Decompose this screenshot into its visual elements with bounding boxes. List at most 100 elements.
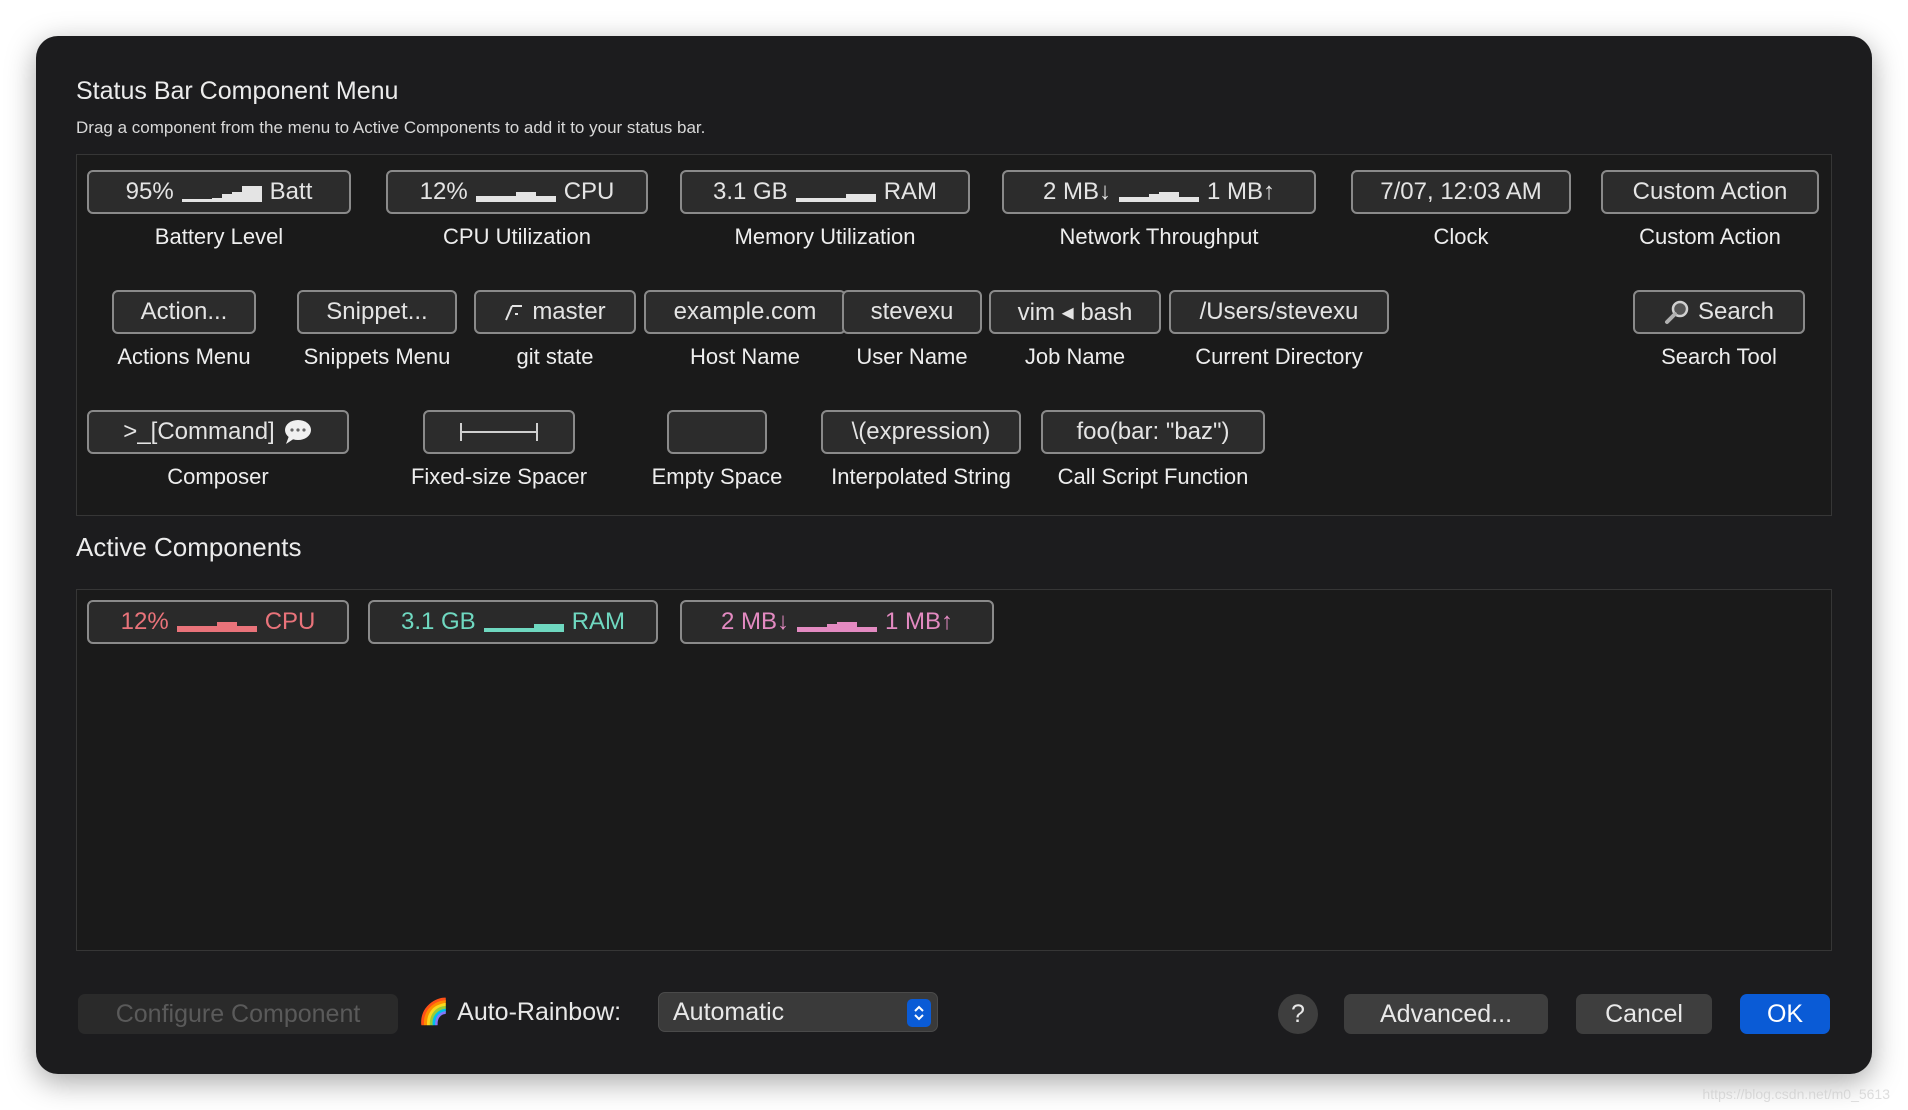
component-host-name[interactable]: example.com Host Name <box>644 290 846 370</box>
component-chip[interactable]: \(expression) <box>821 410 1021 454</box>
component-chip[interactable]: 95% Batt <box>87 170 351 214</box>
component-caption: Battery Level <box>154 224 284 249</box>
sparkline-bar <box>196 626 207 632</box>
component-git-state[interactable]: master git state <box>474 290 636 370</box>
sparkline-bar <box>825 198 836 202</box>
component-caption: Snippets Menu <box>303 344 451 369</box>
spacer-bar-icon <box>460 423 538 441</box>
component-chip[interactable]: 3.1 GB RAM <box>680 170 970 214</box>
help-button[interactable]: ? <box>1278 994 1318 1034</box>
component-fixed-size-spacer[interactable]: Fixed-size Spacer <box>405 410 593 490</box>
dialog-window: Status Bar Component Menu Drag a compone… <box>36 36 1872 1074</box>
chip-text: >_[Command] <box>123 418 275 445</box>
sparkline-bar <box>1149 194 1159 202</box>
sparkline-bar <box>251 186 262 202</box>
component-caption: Empty Space <box>651 464 783 489</box>
sparkline-bar <box>545 196 556 202</box>
configure-component-button[interactable]: Configure Component <box>78 994 398 1034</box>
component-battery-level[interactable]: 95% Batt Battery Level <box>87 170 351 250</box>
ok-button[interactable]: OK <box>1740 994 1830 1034</box>
component-interpolated-string[interactable]: \(expression) Interpolated String <box>821 410 1021 490</box>
component-chip[interactable]: example.com <box>644 290 846 334</box>
active-component-network[interactable]: 2 MB↓ 1 MB↑ <box>680 600 994 644</box>
chip-value: 12% <box>120 608 169 635</box>
sparkline-bar <box>835 198 846 202</box>
component-chip[interactable] <box>423 410 575 454</box>
sparkline-bar <box>181 199 192 202</box>
component-call-script-function[interactable]: foo(bar: "baz") Call Script Function <box>1041 410 1265 490</box>
component-empty-space[interactable]: Empty Space <box>637 410 797 490</box>
sparkline-bar <box>231 192 242 202</box>
component-chip[interactable]: 2 MB↓ 1 MB↑ <box>1002 170 1316 214</box>
chip-text: stevexu <box>870 298 954 325</box>
chip-text: foo(bar: "baz") <box>1076 418 1230 445</box>
sparkline-bar <box>246 626 257 632</box>
component-user-name[interactable]: stevexu User Name <box>842 290 982 370</box>
sparkline-bar <box>807 627 817 632</box>
sparkline-bar <box>1159 192 1169 202</box>
chip-text: Action... <box>140 298 228 325</box>
chip-value: 3.1 GB <box>712 178 788 205</box>
sparkline-bar <box>525 192 536 202</box>
component-actions-menu[interactable]: Action... Actions Menu <box>112 290 256 370</box>
component-current-directory[interactable]: /Users/stevexu Current Directory <box>1169 290 1389 370</box>
component-cpu-utilization[interactable]: 12% CPU CPU Utilization <box>386 170 648 250</box>
sparkline-bar <box>495 196 506 202</box>
component-job-name[interactable]: vim ◂ bash Job Name <box>989 290 1161 370</box>
component-composer[interactable]: >_[Command] Composer <box>87 410 349 490</box>
sparkline-bar <box>797 627 807 632</box>
sparkline-bar <box>226 622 237 632</box>
component-clock[interactable]: 7/07, 12:03 AM Clock <box>1351 170 1571 250</box>
sparkline-icon <box>795 182 876 202</box>
component-custom-action[interactable]: Custom Action Custom Action <box>1601 170 1819 250</box>
component-network-throughput[interactable]: 2 MB↓ 1 MB↑ Network Throughput <box>1002 170 1316 250</box>
component-chip[interactable]: Action... <box>112 290 256 334</box>
magnifier-icon <box>1664 300 1689 324</box>
sparkline-bar <box>523 628 534 632</box>
auto-rainbow-select[interactable]: Automatic <box>658 992 938 1032</box>
sparkline-bar <box>503 628 514 632</box>
component-chip[interactable]: master <box>474 290 636 334</box>
active-component-cpu[interactable]: 12% CPU <box>87 600 349 644</box>
sparkline-icon <box>1119 182 1199 202</box>
component-chip[interactable]: Snippet... <box>297 290 457 334</box>
component-chip[interactable] <box>667 410 767 454</box>
sparkline-bar <box>535 196 546 202</box>
component-search-tool[interactable]: Search Search Tool <box>1633 290 1805 370</box>
sparkline-bar <box>236 626 247 632</box>
component-caption: Interpolated String <box>831 464 1011 489</box>
sparkline-bar <box>515 192 526 202</box>
sparkline-bar <box>191 199 202 202</box>
component-chip[interactable]: vim ◂ bash <box>989 290 1161 334</box>
component-chip[interactable]: foo(bar: "baz") <box>1041 410 1265 454</box>
component-chip[interactable]: Custom Action <box>1601 170 1819 214</box>
dialog-subtitle: Drag a component from the menu to Active… <box>76 118 706 137</box>
sparkline-bar <box>176 626 187 632</box>
component-chip[interactable]: Search <box>1633 290 1805 334</box>
component-chip[interactable]: >_[Command] <box>87 410 349 454</box>
component-caption: Call Script Function <box>1057 464 1249 489</box>
sparkline-bar <box>827 624 837 632</box>
component-caption: Fixed-size Spacer <box>410 464 588 489</box>
component-memory-utilization[interactable]: 3.1 GB RAM Memory Utilization <box>680 170 970 250</box>
sparkline-bar <box>1189 197 1199 202</box>
sparkline-bar <box>855 194 866 202</box>
component-snippets-menu[interactable]: Snippet... Snippets Menu <box>297 290 457 370</box>
component-chip[interactable]: /Users/stevexu <box>1169 290 1389 334</box>
sparkline-icon <box>797 612 877 632</box>
component-chip[interactable]: 7/07, 12:03 AM <box>1351 170 1571 214</box>
component-menu-panel: 95% Batt Battery Level 12% CPU CPU Utili… <box>76 154 1832 516</box>
chip-label: CPU <box>563 178 615 205</box>
component-chip[interactable]: stevexu <box>842 290 982 334</box>
cancel-button[interactable]: Cancel <box>1576 994 1712 1034</box>
chip-text: Search <box>1697 298 1775 325</box>
component-caption: git state <box>516 344 594 369</box>
component-chip[interactable]: 12% CPU <box>386 170 648 214</box>
chip-text: vim ◂ bash <box>1017 298 1133 326</box>
chip-value: 2 MB↓ <box>1042 178 1111 205</box>
sparkline-bar <box>847 622 857 632</box>
advanced-button[interactable]: Advanced... <box>1344 994 1548 1034</box>
sparkline-icon <box>475 182 556 202</box>
active-components-panel[interactable]: 12% CPU 3.1 GB RAM 2 MB↓ 1 MB↑ <box>76 589 1832 951</box>
active-component-ram[interactable]: 3.1 GB RAM <box>368 600 658 644</box>
